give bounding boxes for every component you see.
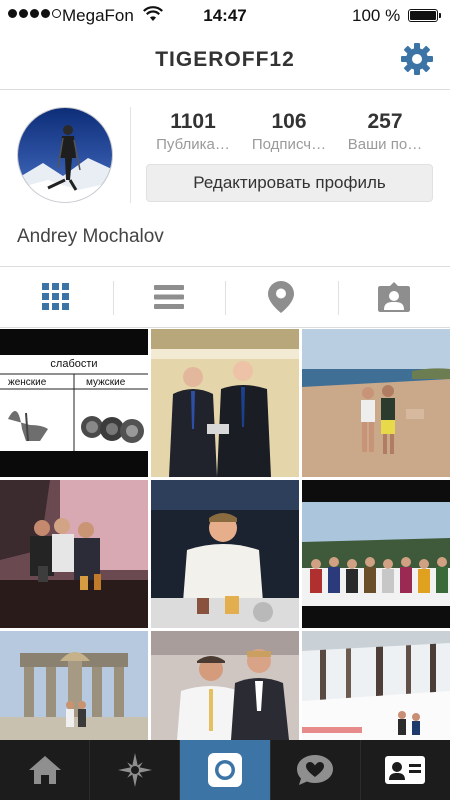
list-icon: [153, 285, 184, 309]
home-icon: [28, 756, 61, 784]
stat-value: 257: [367, 110, 403, 133]
tab-camera[interactable]: [179, 740, 270, 800]
profile-card-icon: [385, 756, 426, 784]
stat-value: 106: [271, 110, 307, 133]
following-count[interactable]: 257 Ваши по…: [335, 110, 435, 153]
tab-activity[interactable]: [269, 740, 360, 800]
grid-photo[interactable]: [302, 631, 450, 740]
grid-photo[interactable]: [151, 329, 299, 477]
bottom-tab-bar: [0, 740, 450, 800]
collage-left-label: женские: [8, 377, 47, 388]
tab-list[interactable]: [112, 267, 226, 327]
status-bar: MegaFon 14:47 100 %: [0, 0, 450, 30]
location-pin-icon: [268, 281, 295, 313]
explore-star-icon: [117, 753, 152, 787]
grid-photo[interactable]: [151, 631, 299, 740]
stat-label: Ваши по…: [347, 136, 423, 153]
collage-right-label: мужские: [86, 377, 126, 388]
view-mode-tabs: [0, 266, 450, 328]
grid-photo[interactable]: [302, 329, 450, 477]
tab-home[interactable]: [0, 740, 89, 800]
stat-value: 1101: [170, 110, 216, 133]
collage-title: слабости: [50, 358, 98, 370]
grid-photo[interactable]: [151, 480, 299, 628]
battery-icon: [408, 9, 441, 22]
photo-grid: слабости женские мужские: [0, 329, 450, 740]
posts-count[interactable]: 1101 Публика…: [143, 110, 243, 153]
grid-photo[interactable]: [0, 480, 148, 628]
tab-profile[interactable]: [359, 740, 450, 800]
profile-full-name: Andrey Mochalov: [17, 226, 164, 247]
gear-icon[interactable]: [400, 42, 434, 76]
followers-count[interactable]: 106 Подписч…: [239, 110, 339, 153]
grid-icon: [42, 283, 70, 310]
tagged-photos-icon: [377, 282, 410, 312]
tab-grid[interactable]: [0, 267, 113, 327]
profile-header-bar: TIGEROFF12: [0, 30, 450, 90]
grid-photo[interactable]: [0, 631, 148, 740]
page-title: TIGEROFF12: [155, 48, 295, 71]
edit-profile-button[interactable]: Редактировать профиль: [146, 164, 433, 202]
battery-percent: 100 %: [352, 6, 401, 25]
stat-label: Публика…: [156, 136, 230, 153]
grid-photo[interactable]: [302, 480, 450, 628]
camera-icon: [208, 753, 242, 787]
profile-divider: [130, 107, 131, 203]
tab-explore[interactable]: [89, 740, 179, 800]
activity-heart-icon: [297, 755, 334, 785]
grid-photo[interactable]: слабости женские мужские: [0, 329, 148, 477]
tab-tagged[interactable]: [337, 267, 450, 327]
stat-label: Подписч…: [251, 136, 327, 153]
avatar[interactable]: [17, 107, 113, 203]
tab-map[interactable]: [225, 267, 338, 327]
